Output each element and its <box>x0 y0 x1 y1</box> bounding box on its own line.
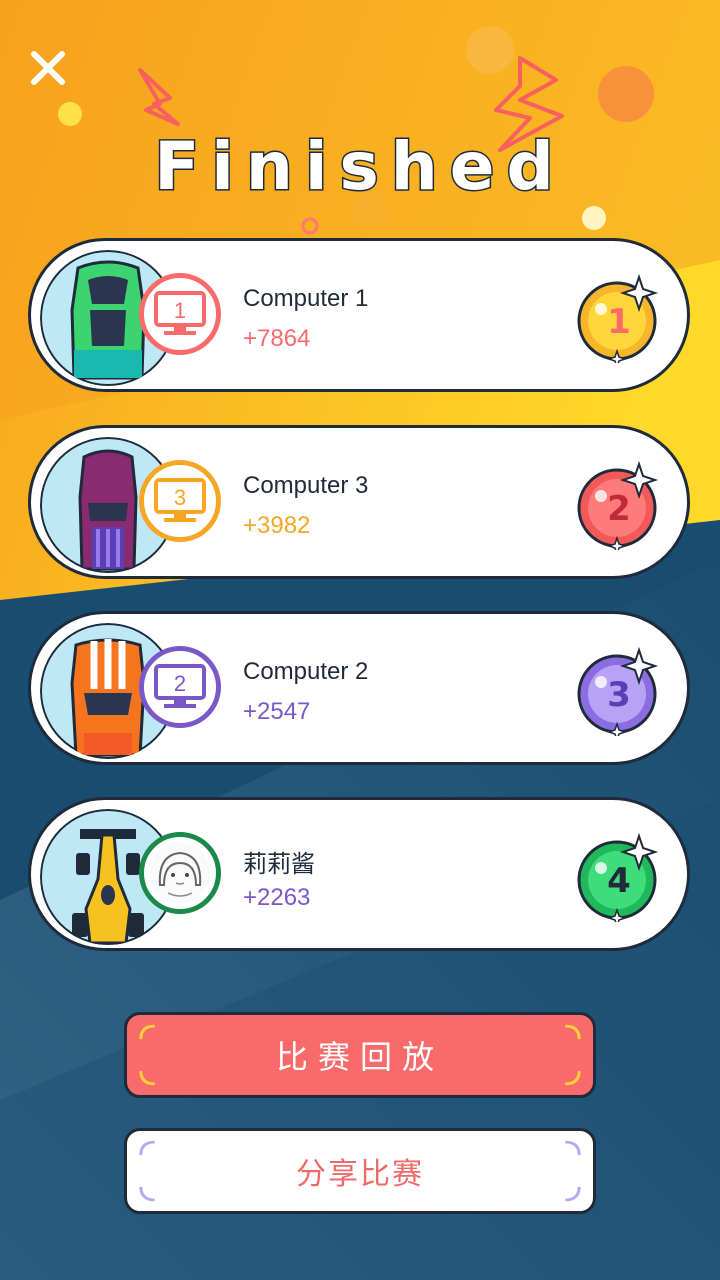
rank-medal-icon: 3 <box>577 646 659 736</box>
player-name: Computer 2 <box>243 658 369 685</box>
player-score: +3982 <box>243 512 311 539</box>
result-card-3: 2 Computer 2 +2547 3 <box>28 611 690 765</box>
player-avatar: 3 <box>139 460 221 542</box>
result-card-4: 莉莉酱 +2263 4 <box>28 797 690 951</box>
replay-button[interactable]: 比赛回放 <box>124 1012 596 1098</box>
computer-icon: 3 <box>154 478 206 522</box>
svg-text:2: 2 <box>607 489 631 529</box>
player-name: Computer 1 <box>243 285 369 312</box>
player-score: +2263 <box>243 884 311 911</box>
svg-text:3: 3 <box>174 485 186 510</box>
replay-button-label: 比赛回放 <box>275 1039 444 1075</box>
rank-medal-icon: 2 <box>577 460 659 550</box>
svg-text:4: 4 <box>607 861 631 901</box>
rank-medal-icon: 4 <box>577 832 659 922</box>
share-button-label: 分享比赛 <box>296 1158 424 1191</box>
share-button[interactable]: 分享比赛 <box>124 1128 596 1214</box>
close-icon <box>31 51 65 85</box>
computer-icon: 1 <box>154 291 206 335</box>
player-name: 莉莉酱 <box>243 851 315 878</box>
svg-text:2: 2 <box>174 671 186 696</box>
player-avatar: 1 <box>139 273 221 355</box>
player-score: +2547 <box>243 698 311 725</box>
svg-text:3: 3 <box>607 675 631 715</box>
user-avatar-icon <box>150 843 210 903</box>
rank-medal-icon: 1 <box>577 273 659 363</box>
close-button[interactable] <box>26 46 70 90</box>
player-score: +7864 <box>243 325 311 352</box>
result-card-1: 1 Computer 1 +7864 1 <box>28 238 690 392</box>
result-card-2: 3 Computer 3 +3982 2 <box>28 425 690 579</box>
player-avatar: 2 <box>139 646 221 728</box>
svg-text:1: 1 <box>607 302 631 342</box>
player-name: Computer 3 <box>243 472 369 499</box>
svg-text:1: 1 <box>174 298 186 323</box>
page-title: Finished <box>153 127 566 207</box>
player-avatar <box>139 832 221 914</box>
computer-icon: 2 <box>154 664 206 708</box>
